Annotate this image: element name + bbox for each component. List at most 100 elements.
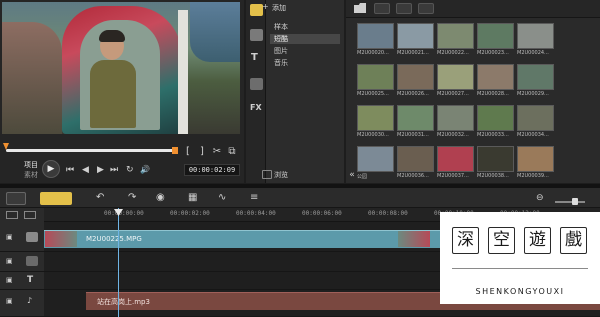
track-fit-icon[interactable] — [24, 211, 36, 219]
timeline-view-button[interactable] — [40, 192, 72, 205]
category-item-images[interactable]: 图片 — [270, 46, 340, 56]
video-clip-thumbnail-end — [398, 231, 430, 247]
play-button[interactable]: ▶ — [42, 160, 60, 178]
mark-out-button[interactable]: ] — [196, 146, 208, 158]
add-icon[interactable]: + — [262, 3, 270, 11]
video-track-icon[interactable]: ▣ — [6, 233, 13, 241]
library-thumbnail[interactable] — [477, 105, 514, 131]
library-thumbnail-label: M2U00030... — [357, 132, 389, 138]
audio-clip-label: 站在高岗上.mp3 — [97, 298, 150, 306]
ride-pole — [178, 10, 188, 134]
library-thumbnail[interactable] — [437, 64, 474, 90]
music-track-icon[interactable]: ♪ — [27, 296, 32, 305]
library-thumbnail[interactable] — [517, 64, 554, 90]
cut-icon[interactable]: ✂ — [211, 146, 223, 158]
library-thumbnail[interactable] — [357, 64, 394, 90]
filter-video-icon[interactable] — [374, 3, 390, 14]
category-item-samples[interactable]: 样本 — [270, 22, 340, 32]
timeline-toolbar — [0, 188, 600, 208]
repeat-icon[interactable]: ↻ — [126, 164, 134, 176]
mode-clip-label[interactable]: 素材 — [24, 170, 38, 180]
library-thumbnail-label: M2U00021... — [397, 50, 429, 56]
library-thumbnail[interactable] — [477, 64, 514, 90]
library-thumbnail-label: M2U00020... — [357, 50, 389, 56]
watermark-char: 遊 — [529, 230, 546, 250]
scrubber-track[interactable] — [6, 149, 174, 152]
ruler-label: 00:00:02:00 — [170, 210, 210, 217]
watermark-char: 戲 — [565, 230, 582, 250]
category-item-music[interactable]: 音乐 — [270, 58, 340, 68]
library-thumbnail[interactable] — [517, 105, 554, 131]
track-list-icon[interactable] — [6, 211, 18, 219]
library-thumbnail-label: M2U00031... — [397, 132, 429, 138]
browse-icon[interactable] — [262, 170, 272, 179]
zoom-handle[interactable] — [572, 198, 578, 205]
zoom-out-icon[interactable]: ⊖ — [536, 192, 544, 204]
library-thumbnail-label: M2U00022... — [437, 50, 469, 56]
playhead-line[interactable] — [118, 208, 119, 317]
library-thumbnail-label: M2U00027... — [437, 91, 469, 97]
library-thumbnail-label: 公园 — [357, 174, 368, 180]
library-thumbnail[interactable] — [437, 23, 474, 49]
title-icon[interactable]: T — [251, 52, 258, 63]
library-thumbnail[interactable] — [477, 23, 514, 49]
next-frame-icon[interactable]: ▶ — [97, 164, 104, 176]
overlay-track-toggle-icon[interactable] — [26, 256, 38, 266]
mark-in-button[interactable]: [ — [182, 146, 194, 158]
add-button[interactable]: 添加 — [272, 3, 286, 13]
enlarge-icon[interactable]: ⧉ — [226, 146, 238, 158]
category-icon-bar — [246, 0, 266, 183]
collapse-icon[interactable]: « — [346, 170, 358, 183]
graphics-icon[interactable] — [250, 78, 263, 90]
video-preview[interactable] — [2, 2, 240, 134]
filter-image-icon[interactable] — [396, 3, 412, 14]
watermark-char: 深 — [457, 230, 474, 250]
volume-icon[interactable]: 🔊 — [140, 164, 150, 176]
audio-track-icon[interactable]: ▣ — [6, 297, 13, 305]
audio-wave-icon[interactable]: ∿ — [218, 192, 226, 204]
library-thumbnail[interactable] — [517, 146, 554, 172]
filter-audio-icon[interactable] — [418, 3, 434, 14]
overlay-track-icon[interactable]: ▣ — [6, 257, 13, 265]
watermark-text: SHENKONGYOUXI — [475, 287, 565, 296]
ruler-label: 00:00:00:00 — [104, 210, 144, 217]
redo-icon[interactable]: ↷ — [128, 192, 136, 204]
library-thumbnail[interactable] — [397, 105, 434, 131]
instant-project-icon[interactable] — [250, 29, 263, 41]
end-icon[interactable]: ⏭ — [110, 164, 118, 176]
watermark-char: 空 — [493, 230, 510, 250]
library-thumbnail[interactable] — [437, 146, 474, 172]
library-thumbnail[interactable] — [357, 23, 394, 49]
mode-project-label[interactable]: 项目 — [24, 160, 38, 170]
undo-icon[interactable]: ↶ — [96, 192, 104, 204]
home-icon[interactable]: ⏮ — [66, 164, 74, 176]
trim-end-marker[interactable] — [172, 147, 178, 154]
browse-button[interactable]: 浏览 — [274, 170, 288, 180]
zoom-slider[interactable] — [555, 201, 585, 203]
video-track-toggle-icon[interactable] — [26, 232, 38, 242]
library-thumbnail[interactable] — [397, 146, 434, 172]
ride-right-part — [190, 2, 240, 62]
ruler-label: 00:00:08:00 — [368, 210, 408, 217]
mixer-icon[interactable]: ▦ — [188, 192, 197, 204]
library-thumbnail[interactable] — [357, 105, 394, 131]
library-thumbnail[interactable] — [397, 64, 434, 90]
title-track-icon[interactable]: ▣ — [6, 276, 13, 284]
category-item-videos[interactable]: 短酷 — [270, 34, 340, 44]
library-thumbnail[interactable] — [517, 23, 554, 49]
filter-icon[interactable]: FX — [250, 103, 262, 112]
ruler-label: 00:00:06:00 — [302, 210, 342, 217]
record-capture-icon[interactable]: ◉ — [156, 192, 165, 204]
title-track-t-icon[interactable]: T — [27, 275, 33, 285]
prev-frame-icon[interactable]: ◀ — [82, 164, 89, 176]
library-thumbnail[interactable] — [357, 146, 394, 172]
ride-left-part — [2, 22, 62, 134]
storyboard-view-button[interactable] — [6, 192, 26, 205]
library-thumbnail[interactable] — [397, 23, 434, 49]
library-thumbnail[interactable] — [477, 146, 514, 172]
video-clip-thumbnail — [45, 231, 77, 247]
track-manager-icon[interactable]: ≡ — [250, 192, 258, 204]
timecode-display[interactable]: 00:00:02:09 — [184, 164, 240, 176]
library-thumbnail-label: M2U00036... — [397, 173, 429, 179]
library-thumbnail[interactable] — [437, 105, 474, 131]
